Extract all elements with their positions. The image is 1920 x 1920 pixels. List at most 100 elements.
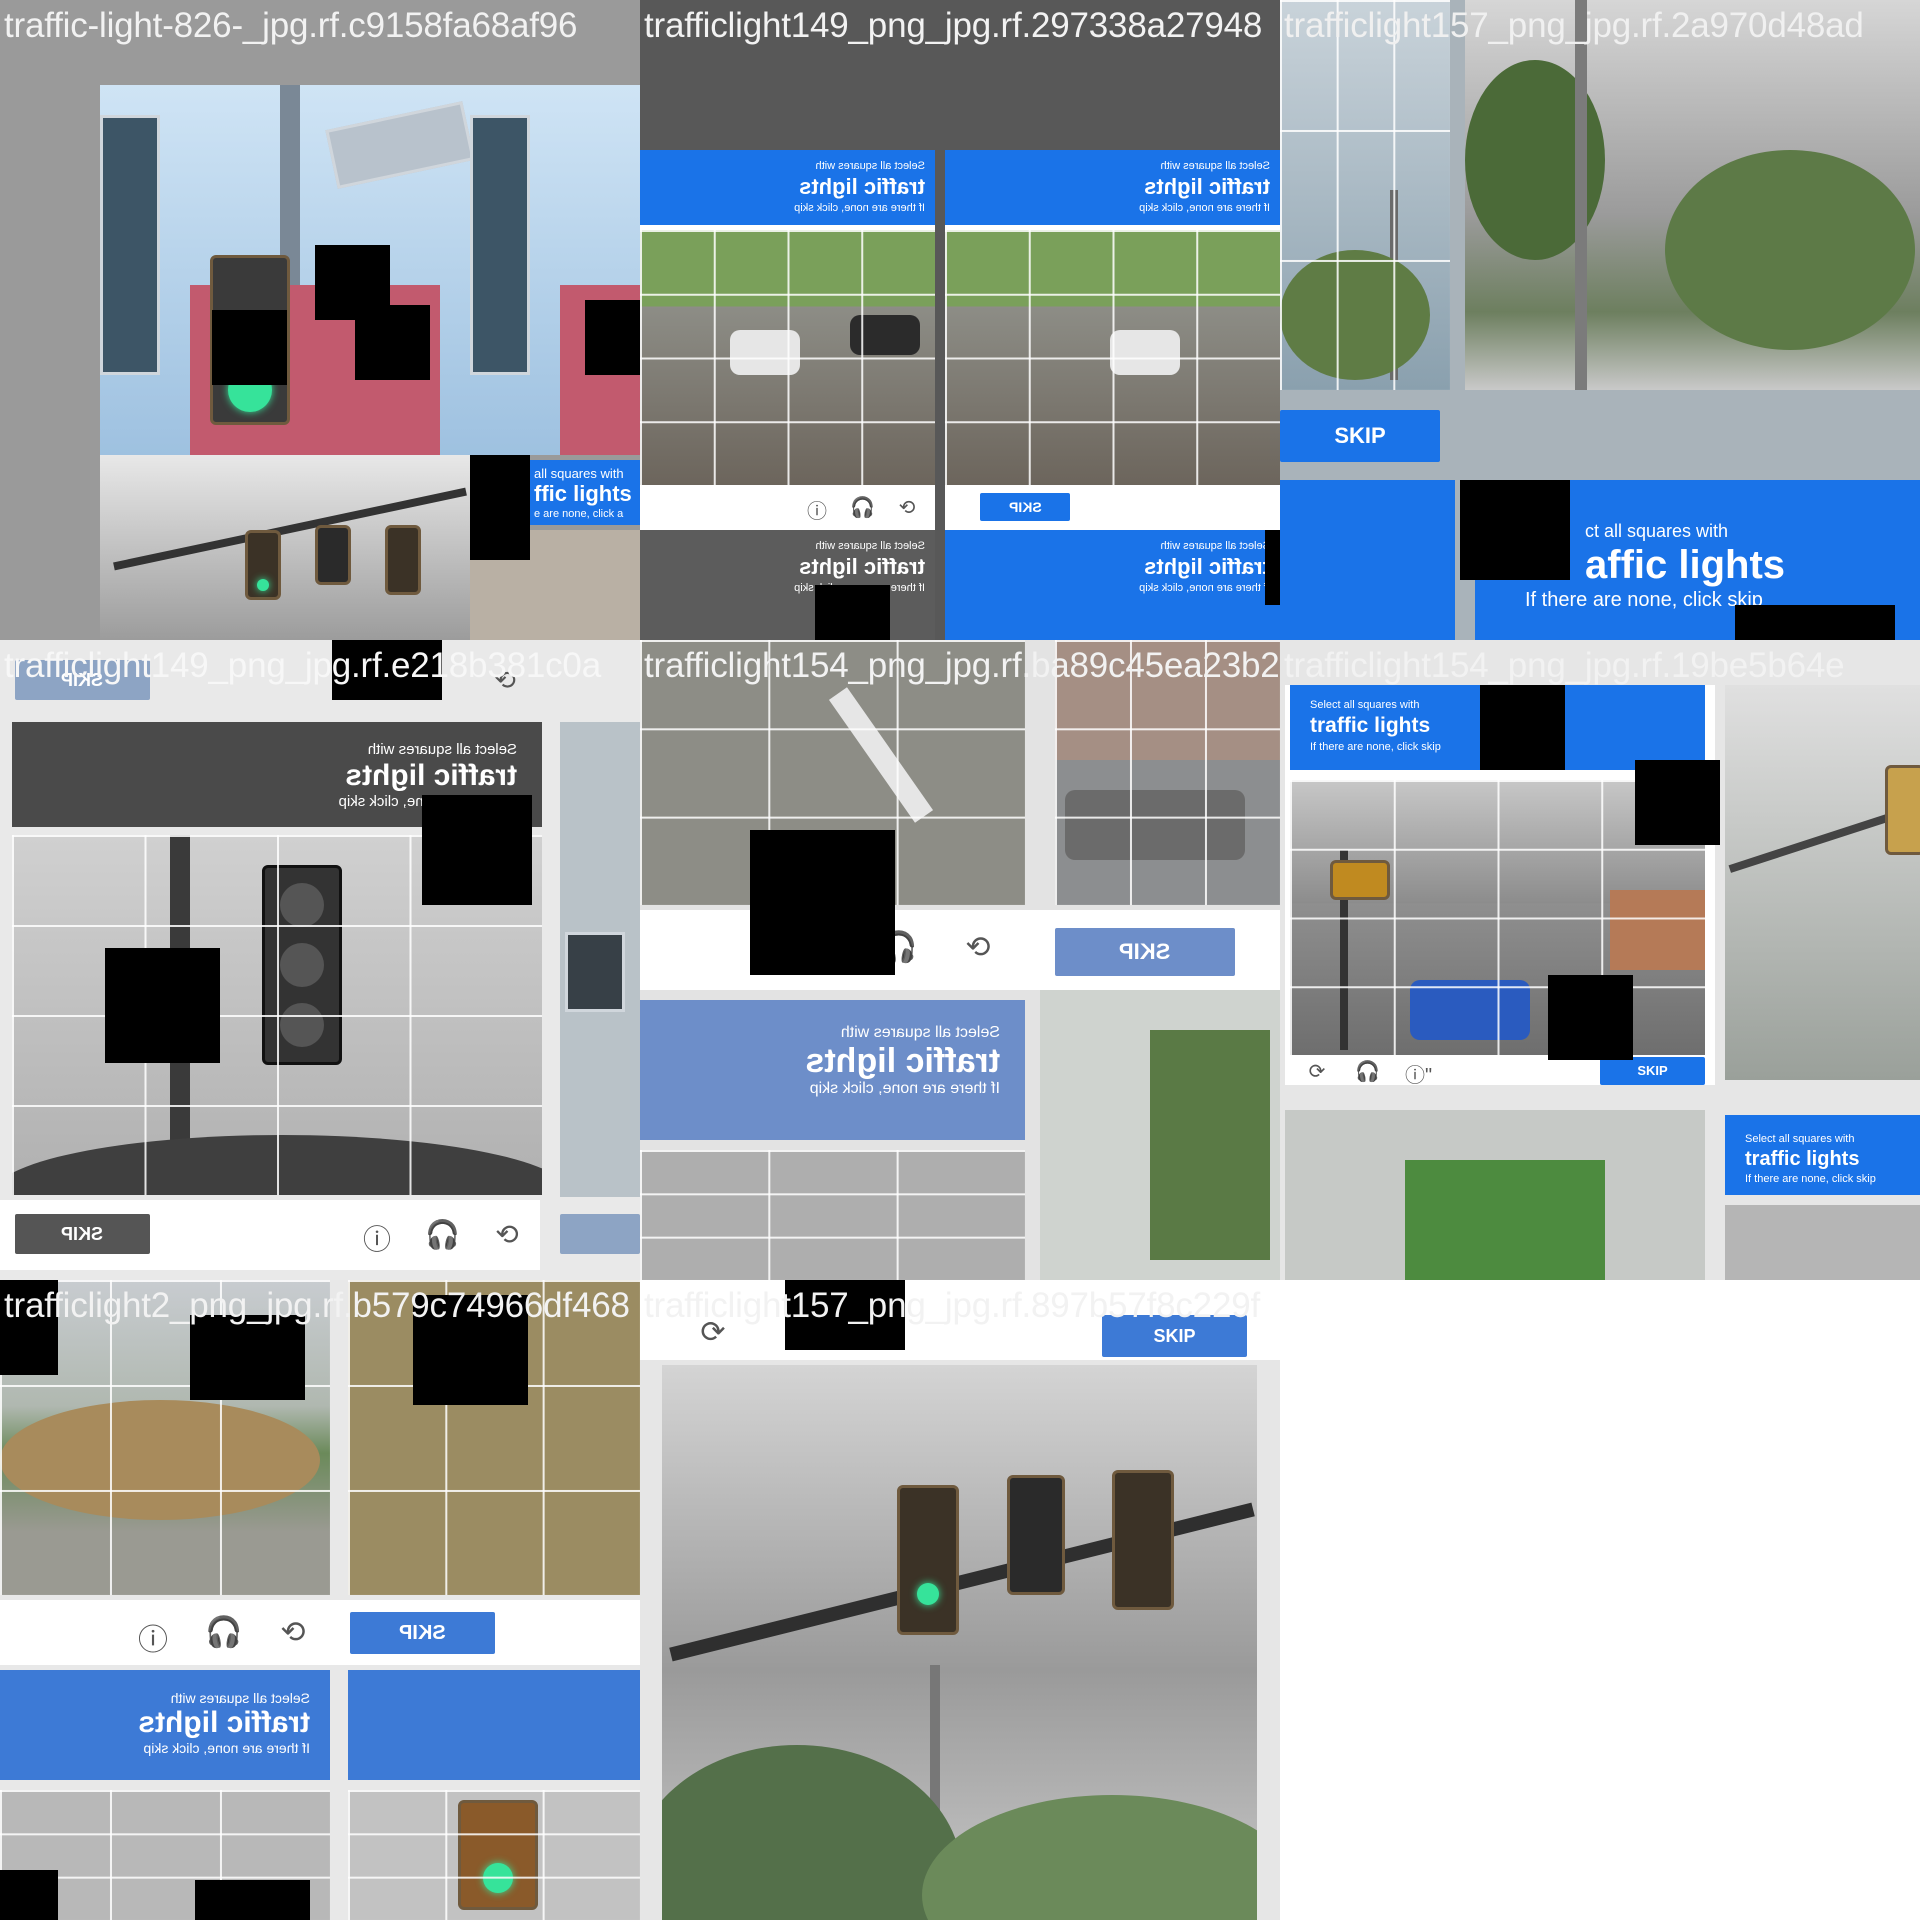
captcha-target: traffic lights xyxy=(1745,1148,1860,1170)
captcha-target: traffic lights xyxy=(1144,554,1270,579)
captcha-target: traffic lights xyxy=(799,174,925,199)
skip-button[interactable]: SKIP xyxy=(15,1214,150,1254)
traffic-light xyxy=(1885,765,1920,855)
side-photo xyxy=(560,722,640,1197)
redaction-box xyxy=(1265,530,1280,605)
captcha-skip-hint: If there are none, click skip xyxy=(1745,1173,1876,1185)
info-icon[interactable]: ⓘ" xyxy=(1405,1059,1432,1085)
captcha-header: Select all squares with traffic lights I… xyxy=(945,150,1280,225)
captcha-target: traffic lights xyxy=(1144,174,1270,199)
traffic-light xyxy=(1112,1470,1174,1610)
redaction-box xyxy=(1635,760,1720,845)
skip-button[interactable]: SKIP xyxy=(1055,928,1235,976)
tile-filename: trafficlight157_png_jpg.rf.897b57f8c229f xyxy=(644,1286,1261,1325)
tree xyxy=(922,1795,1257,1920)
captcha-header-lower: Select all squares with traffic lights I… xyxy=(945,530,1280,640)
reload-icon[interactable]: ⟲ xyxy=(895,495,919,519)
window-view xyxy=(1150,1030,1270,1260)
redaction-box xyxy=(815,585,890,640)
captcha-target: traffic lights xyxy=(799,554,925,579)
reload-icon[interactable]: ⟲ xyxy=(490,1218,524,1252)
captcha-footer: ⓘ 🎧 ⟲ SKIP xyxy=(0,1600,640,1665)
cloudy-photo xyxy=(100,455,470,640)
reload-icon[interactable]: ⟲ xyxy=(275,1615,311,1651)
captcha-header-fragment: all squares with ffic lights e are none,… xyxy=(530,460,640,525)
redaction-box xyxy=(195,1880,310,1920)
street-photo-repeat xyxy=(470,85,640,455)
traffic-light-photo[interactable] xyxy=(348,1790,640,1920)
captcha-footer: ⓘ 🎧 ⟲ xyxy=(640,485,935,530)
skip-button[interactable]: SKIP xyxy=(1600,1057,1705,1085)
tile-filename: trafficlight154_png_jpg.rf.ba89c45ea23b2 xyxy=(644,646,1280,685)
street-photo xyxy=(1280,0,1450,390)
captcha-target: traffic lights xyxy=(345,759,517,792)
redaction-box xyxy=(585,300,640,375)
headphones-icon[interactable]: 🎧 xyxy=(425,1218,460,1252)
street-photo xyxy=(100,85,490,455)
captcha-header: Select all squares with traffic lights I… xyxy=(0,1670,330,1780)
captcha-header-side xyxy=(1280,480,1455,640)
redaction-box xyxy=(1548,975,1633,1060)
captcha-widget: Select all squares with traffic lights I… xyxy=(640,150,935,530)
skip-button-repeat[interactable] xyxy=(560,1214,640,1254)
reload-icon[interactable]: ⟲ xyxy=(960,930,996,966)
captcha-skip-hint: If there are none, click skip xyxy=(809,1080,1000,1097)
tile-5: 🎧 ⟲ SKIP Select all squares with traffic… xyxy=(640,640,1280,1280)
captcha-header: Select all squares with traffic lights I… xyxy=(640,150,935,225)
headphones-icon[interactable]: 🎧 xyxy=(205,1615,242,1651)
tile-6: Select all squares with traffic lights I… xyxy=(1280,640,1920,1280)
captcha-instruction: Select all squares with xyxy=(815,540,925,552)
captcha-skip-hint: If there are none, click skip xyxy=(1139,202,1270,214)
side-photo xyxy=(1725,685,1920,1080)
traffic-light xyxy=(385,525,421,595)
captcha-footer: ⟳ 🎧 ⓘ" SKIP xyxy=(1285,1057,1715,1085)
info-icon[interactable]: ⓘ xyxy=(135,1615,171,1657)
pole xyxy=(1575,0,1587,390)
redaction-box xyxy=(422,795,532,905)
tile-grid xyxy=(348,1790,640,1920)
info-icon[interactable]: ⓘ xyxy=(360,1218,394,1255)
tile-filename: trafficlight149_png_jpg.rf.e218b381c0a xyxy=(4,646,601,685)
green-lamp xyxy=(257,579,269,591)
skip-button[interactable]: SKIP xyxy=(350,1612,495,1654)
tile-filename: trafficlight149_png_jpg.rf.297338a27948 xyxy=(644,6,1263,45)
cloud-photo xyxy=(1725,1205,1920,1280)
captcha-target: traffic lights xyxy=(805,1042,1000,1080)
captcha-instruction: Select all squares with xyxy=(1160,160,1270,172)
billboard xyxy=(470,115,530,375)
captcha-footer: 🎧 ⟲ SKIP xyxy=(640,910,1280,990)
captcha-instruction: Select all squares with xyxy=(1160,540,1270,552)
headphones-icon[interactable]: 🎧 xyxy=(850,495,875,519)
tile-1: all squares with ffic lights e are none,… xyxy=(0,0,640,640)
traffic-light xyxy=(315,525,351,585)
tree xyxy=(662,1745,962,1920)
skip-button[interactable]: SKIP xyxy=(1280,410,1440,462)
traffic-light-photo[interactable] xyxy=(662,1365,1257,1920)
tile-grid xyxy=(640,230,935,485)
captcha-header: Select all squares with traffic lights I… xyxy=(640,1000,1025,1140)
captcha-instruction: all squares with xyxy=(534,466,624,481)
captcha-skip-hint: If there are none, click skip xyxy=(143,1740,310,1756)
tile-filename: traffic-light-826-_jpg.rf.c9158fa68af96 xyxy=(4,6,578,45)
headphones-icon[interactable]: 🎧 xyxy=(1355,1059,1380,1083)
redaction-box xyxy=(1460,480,1570,580)
tile-filename: trafficlight157_png_jpg.rf.2a970d48ad xyxy=(1284,6,1864,45)
captcha-instruction: Select all squares with xyxy=(840,1024,1000,1041)
reload-icon[interactable]: ⟳ xyxy=(1305,1059,1329,1083)
booth-photo xyxy=(1285,1110,1705,1280)
redaction-box xyxy=(470,455,530,560)
window-view xyxy=(1405,1160,1605,1280)
skip-button[interactable]: SKIP xyxy=(980,493,1070,521)
info-icon[interactable]: ⓘ xyxy=(805,495,829,523)
billboard xyxy=(100,115,160,375)
captcha-target: ffic lights xyxy=(534,481,632,506)
traffic-light xyxy=(245,530,281,600)
captcha-instruction: Select all squares with xyxy=(170,1690,310,1706)
captcha-footer: SKIP ⓘ 🎧 ⟲ xyxy=(0,1200,540,1270)
cloud-photo[interactable] xyxy=(640,1150,1025,1280)
redaction-box xyxy=(750,830,895,975)
tile-4: SKIP ⟲ Select all squares with traffic l… xyxy=(0,640,640,1280)
road-photo[interactable] xyxy=(640,230,935,485)
redaction-box xyxy=(105,948,220,1063)
road-photo[interactable] xyxy=(945,230,1280,485)
